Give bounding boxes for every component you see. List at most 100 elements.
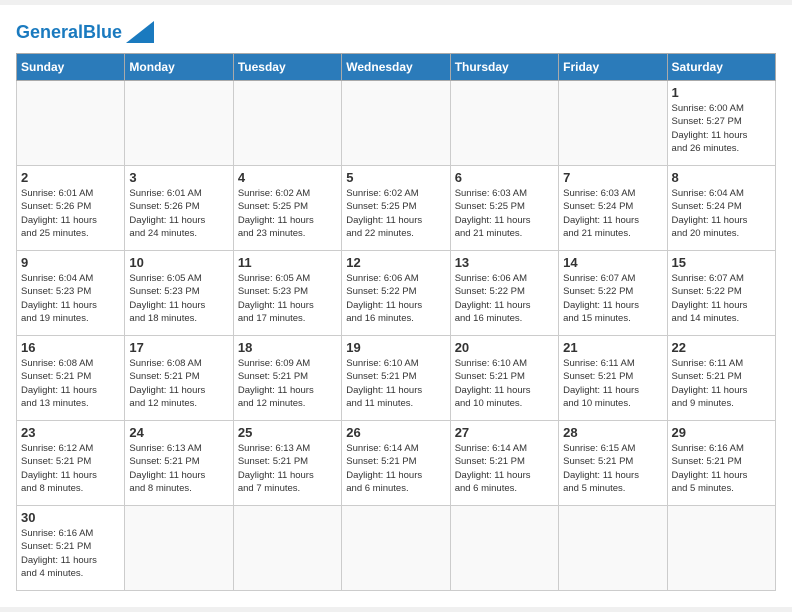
day-number: 24 bbox=[129, 425, 228, 440]
calendar-cell: 2 Sunrise: 6:01 AM Sunset: 5:26 PM Daylig… bbox=[17, 166, 125, 251]
day-info: Sunrise: 6:07 AM Sunset: 5:22 PM Dayligh… bbox=[563, 272, 662, 325]
day-info: Sunrise: 6:03 AM Sunset: 5:24 PM Dayligh… bbox=[563, 187, 662, 240]
weekday-header-sunday: Sunday bbox=[17, 54, 125, 81]
day-info: Sunrise: 6:00 AM Sunset: 5:27 PM Dayligh… bbox=[672, 102, 771, 155]
day-number: 17 bbox=[129, 340, 228, 355]
day-info: Sunrise: 6:14 AM Sunset: 5:21 PM Dayligh… bbox=[346, 442, 445, 495]
calendar-cell: 12Sunrise: 6:06 AM Sunset: 5:22 PM Dayli… bbox=[342, 251, 450, 336]
day-info: Sunrise: 6:08 AM Sunset: 5:21 PM Dayligh… bbox=[129, 357, 228, 410]
calendar-cell: 8 Sunrise: 6:04 AM Sunset: 5:24 PM Daylig… bbox=[667, 166, 775, 251]
day-info: Sunrise: 6:02 AM Sunset: 5:25 PM Dayligh… bbox=[238, 187, 337, 240]
day-info: Sunrise: 6:08 AM Sunset: 5:21 PM Dayligh… bbox=[21, 357, 120, 410]
day-number: 5 bbox=[346, 170, 445, 185]
calendar-week-4: 16 Sunrise: 6:08 AM Sunset: 5:21 PM Dayli… bbox=[17, 336, 776, 421]
day-info: Sunrise: 6:16 AM Sunset: 5:21 PM Dayligh… bbox=[21, 527, 120, 580]
day-number: 21 bbox=[563, 340, 662, 355]
calendar-cell: 27 Sunrise: 6:14 AM Sunset: 5:21 PM Dayli… bbox=[450, 421, 558, 506]
calendar-cell: 25Sunrise: 6:13 AM Sunset: 5:21 PM Dayli… bbox=[233, 421, 341, 506]
day-info: Sunrise: 6:04 AM Sunset: 5:24 PM Dayligh… bbox=[672, 187, 771, 240]
day-info: Sunrise: 6:14 AM Sunset: 5:21 PM Dayligh… bbox=[455, 442, 554, 495]
day-info: Sunrise: 6:09 AM Sunset: 5:21 PM Dayligh… bbox=[238, 357, 337, 410]
calendar-cell bbox=[559, 506, 667, 591]
day-number: 16 bbox=[21, 340, 120, 355]
weekday-header-wednesday: Wednesday bbox=[342, 54, 450, 81]
calendar-week-1: 1 Sunrise: 6:00 AM Sunset: 5:27 PM Daylig… bbox=[17, 81, 776, 166]
calendar-cell: 22Sunrise: 6:11 AM Sunset: 5:21 PM Dayli… bbox=[667, 336, 775, 421]
calendar-cell: 1 Sunrise: 6:00 AM Sunset: 5:27 PM Daylig… bbox=[667, 81, 775, 166]
calendar-cell bbox=[342, 81, 450, 166]
calendar-body: 1 Sunrise: 6:00 AM Sunset: 5:27 PM Daylig… bbox=[17, 81, 776, 591]
day-info: Sunrise: 6:05 AM Sunset: 5:23 PM Dayligh… bbox=[238, 272, 337, 325]
day-number: 27 bbox=[455, 425, 554, 440]
calendar-week-3: 9 Sunrise: 6:04 AM Sunset: 5:23 PM Daylig… bbox=[17, 251, 776, 336]
calendar-cell bbox=[450, 81, 558, 166]
calendar-table: SundayMondayTuesdayWednesdayThursdayFrid… bbox=[16, 53, 776, 591]
calendar-cell bbox=[125, 506, 233, 591]
day-number: 14 bbox=[563, 255, 662, 270]
day-info: Sunrise: 6:15 AM Sunset: 5:21 PM Dayligh… bbox=[563, 442, 662, 495]
day-info: Sunrise: 6:01 AM Sunset: 5:26 PM Dayligh… bbox=[21, 187, 120, 240]
calendar-cell: 23 Sunrise: 6:12 AM Sunset: 5:21 PM Dayli… bbox=[17, 421, 125, 506]
weekday-header-row: SundayMondayTuesdayWednesdayThursdayFrid… bbox=[17, 54, 776, 81]
day-number: 4 bbox=[238, 170, 337, 185]
logo-text: GeneralBlue bbox=[16, 22, 122, 43]
logo-general: General bbox=[16, 22, 83, 42]
day-number: 9 bbox=[21, 255, 120, 270]
calendar-cell: 18Sunrise: 6:09 AM Sunset: 5:21 PM Dayli… bbox=[233, 336, 341, 421]
calendar-cell: 21 Sunrise: 6:11 AM Sunset: 5:21 PM Dayli… bbox=[559, 336, 667, 421]
day-info: Sunrise: 6:10 AM Sunset: 5:21 PM Dayligh… bbox=[346, 357, 445, 410]
day-number: 7 bbox=[563, 170, 662, 185]
day-number: 29 bbox=[672, 425, 771, 440]
calendar-cell: 7 Sunrise: 6:03 AM Sunset: 5:24 PM Daylig… bbox=[559, 166, 667, 251]
calendar-cell bbox=[559, 81, 667, 166]
calendar-cell: 13 Sunrise: 6:06 AM Sunset: 5:22 PM Dayli… bbox=[450, 251, 558, 336]
day-info: Sunrise: 6:13 AM Sunset: 5:21 PM Dayligh… bbox=[129, 442, 228, 495]
day-number: 23 bbox=[21, 425, 120, 440]
day-number: 6 bbox=[455, 170, 554, 185]
logo-icon bbox=[126, 21, 154, 43]
calendar-cell: 16 Sunrise: 6:08 AM Sunset: 5:21 PM Dayli… bbox=[17, 336, 125, 421]
calendar-cell: 24 Sunrise: 6:13 AM Sunset: 5:21 PM Dayli… bbox=[125, 421, 233, 506]
calendar-cell: 4 Sunrise: 6:02 AM Sunset: 5:25 PM Daylig… bbox=[233, 166, 341, 251]
calendar-cell: 9 Sunrise: 6:04 AM Sunset: 5:23 PM Daylig… bbox=[17, 251, 125, 336]
day-info: Sunrise: 6:07 AM Sunset: 5:22 PM Dayligh… bbox=[672, 272, 771, 325]
calendar-week-6: 30 Sunrise: 6:16 AM Sunset: 5:21 PM Dayli… bbox=[17, 506, 776, 591]
calendar-cell: 5Sunrise: 6:02 AM Sunset: 5:25 PM Daylig… bbox=[342, 166, 450, 251]
weekday-header-thursday: Thursday bbox=[450, 54, 558, 81]
calendar-week-2: 2 Sunrise: 6:01 AM Sunset: 5:26 PM Daylig… bbox=[17, 166, 776, 251]
calendar-cell: 3Sunrise: 6:01 AM Sunset: 5:26 PM Daylig… bbox=[125, 166, 233, 251]
calendar-cell: 19 Sunrise: 6:10 AM Sunset: 5:21 PM Dayli… bbox=[342, 336, 450, 421]
day-number: 30 bbox=[21, 510, 120, 525]
calendar-cell: 17 Sunrise: 6:08 AM Sunset: 5:21 PM Dayli… bbox=[125, 336, 233, 421]
day-number: 25 bbox=[238, 425, 337, 440]
calendar-cell: 14 Sunrise: 6:07 AM Sunset: 5:22 PM Dayli… bbox=[559, 251, 667, 336]
calendar-cell: 26Sunrise: 6:14 AM Sunset: 5:21 PM Dayli… bbox=[342, 421, 450, 506]
day-number: 13 bbox=[455, 255, 554, 270]
day-info: Sunrise: 6:04 AM Sunset: 5:23 PM Dayligh… bbox=[21, 272, 120, 325]
calendar-cell bbox=[342, 506, 450, 591]
weekday-header-friday: Friday bbox=[559, 54, 667, 81]
calendar-cell: 20Sunrise: 6:10 AM Sunset: 5:21 PM Dayli… bbox=[450, 336, 558, 421]
calendar-cell: 11Sunrise: 6:05 AM Sunset: 5:23 PM Dayli… bbox=[233, 251, 341, 336]
day-info: Sunrise: 6:10 AM Sunset: 5:21 PM Dayligh… bbox=[455, 357, 554, 410]
day-number: 12 bbox=[346, 255, 445, 270]
logo-blue: Blue bbox=[83, 22, 122, 42]
calendar-cell: 29Sunrise: 6:16 AM Sunset: 5:21 PM Dayli… bbox=[667, 421, 775, 506]
weekday-header-saturday: Saturday bbox=[667, 54, 775, 81]
day-info: Sunrise: 6:05 AM Sunset: 5:23 PM Dayligh… bbox=[129, 272, 228, 325]
weekday-header-tuesday: Tuesday bbox=[233, 54, 341, 81]
day-number: 8 bbox=[672, 170, 771, 185]
day-number: 1 bbox=[672, 85, 771, 100]
day-number: 2 bbox=[21, 170, 120, 185]
calendar-cell bbox=[233, 506, 341, 591]
calendar-cell bbox=[450, 506, 558, 591]
day-info: Sunrise: 6:11 AM Sunset: 5:21 PM Dayligh… bbox=[672, 357, 771, 410]
calendar-cell: 28Sunrise: 6:15 AM Sunset: 5:21 PM Dayli… bbox=[559, 421, 667, 506]
day-info: Sunrise: 6:11 AM Sunset: 5:21 PM Dayligh… bbox=[563, 357, 662, 410]
calendar-cell: 10Sunrise: 6:05 AM Sunset: 5:23 PM Dayli… bbox=[125, 251, 233, 336]
day-info: Sunrise: 6:12 AM Sunset: 5:21 PM Dayligh… bbox=[21, 442, 120, 495]
day-info: Sunrise: 6:06 AM Sunset: 5:22 PM Dayligh… bbox=[455, 272, 554, 325]
day-number: 15 bbox=[672, 255, 771, 270]
calendar-cell bbox=[667, 506, 775, 591]
day-number: 19 bbox=[346, 340, 445, 355]
